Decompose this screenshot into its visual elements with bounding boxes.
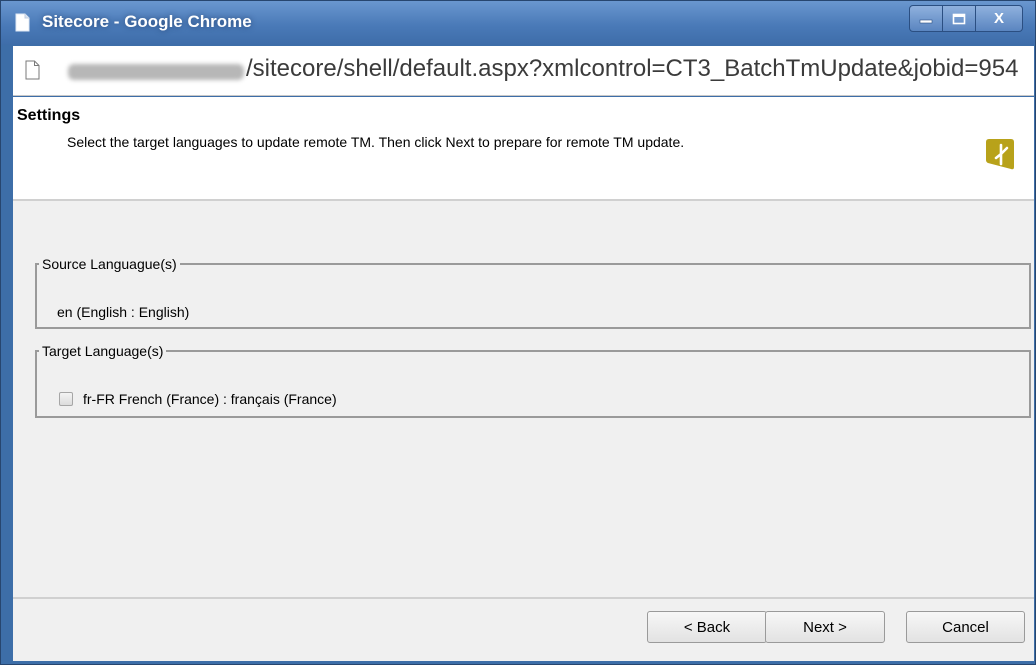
sitecore-logo-icon [986,139,1014,170]
redacted-host [68,64,244,80]
footer-divider [13,597,1034,599]
cancel-button[interactable]: Cancel [906,611,1025,643]
document-icon [25,60,40,80]
url-text[interactable]: /sitecore/shell/default.aspx?xmlcontrol=… [246,55,1018,83]
address-bar[interactable]: /sitecore/shell/default.aspx?xmlcontrol=… [13,46,1034,96]
target-language-option[interactable]: fr-FR French (France) : français (France… [59,391,337,407]
page-icon [15,13,30,32]
window-title: Sitecore - Google Chrome [42,12,252,31]
next-button[interactable]: Next > [765,611,885,643]
window-controls: X [909,5,1023,35]
dialog-header: Settings Select the target languages to … [13,97,1034,201]
close-button[interactable]: X [975,5,1023,32]
dialog-content: Settings Select the target languages to … [13,97,1034,661]
minimize-icon [919,19,933,23]
source-languages-group: Source Languague(s) en (English : Englis… [35,256,1031,329]
minimize-button[interactable] [909,5,943,32]
page-description: Select the target languages to update re… [67,134,685,150]
target-language-checkbox[interactable] [59,392,73,406]
source-languages-legend: Source Languague(s) [42,256,177,272]
title-bar[interactable]: Sitecore - Google Chrome X [1,1,1035,45]
maximize-icon [952,13,966,24]
close-icon: X [993,10,1004,27]
target-language-label[interactable]: fr-FR French (France) : français (France… [83,391,337,407]
back-button[interactable]: < Back [647,611,767,643]
target-languages-group: Target Language(s) fr-FR French (France)… [35,343,1031,418]
browser-window: Sitecore - Google Chrome X /sitecore/she… [0,0,1036,665]
source-language-value: en (English : English) [57,304,190,320]
target-languages-legend: Target Language(s) [42,343,164,359]
maximize-button[interactable] [942,5,976,32]
page-title: Settings [17,107,81,124]
